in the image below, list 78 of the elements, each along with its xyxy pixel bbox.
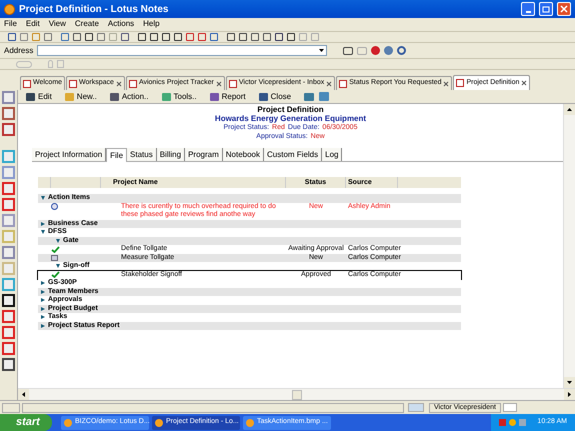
document-subtitle: Howards Energy Generation Equipment: [214, 114, 366, 123]
close-icon[interactable]: [326, 80, 332, 86]
menu-item[interactable]: Help: [143, 18, 160, 30]
expander-icon[interactable]: [41, 315, 45, 320]
document-icon: [23, 80, 31, 88]
app-icon: [64, 418, 72, 426]
scroll-left-icon[interactable]: [18, 389, 29, 400]
action-button[interactable]: Close: [258, 90, 292, 102]
content-tab[interactable]: Status: [127, 148, 157, 161]
vertical-scrollbar[interactable]: [563, 104, 575, 388]
action-button[interactable]: Action..: [110, 90, 148, 102]
action-icon: [26, 92, 35, 100]
stop-icon[interactable]: [371, 46, 380, 55]
action-icon: [64, 92, 74, 100]
action-button[interactable]: Report: [210, 90, 246, 102]
checkmark-icon: [51, 271, 60, 278]
checkmark-icon: [51, 246, 60, 253]
app-icon: [246, 418, 254, 426]
expander-icon[interactable]: [41, 324, 45, 328]
action-button[interactable]: New..: [64, 90, 97, 102]
scroll-down-icon[interactable]: [564, 377, 575, 388]
document-icon: [339, 80, 348, 88]
close-icon[interactable]: [443, 80, 450, 86]
close-icon[interactable]: [521, 80, 528, 86]
menu-item[interactable]: View: [48, 18, 66, 30]
minimize-icon: [526, 11, 530, 13]
document-icon: [128, 80, 137, 88]
scroll-thumb[interactable]: [292, 390, 302, 400]
app-icon: [4, 4, 15, 14]
action-icon: [162, 92, 170, 100]
expander-icon[interactable]: [41, 298, 45, 302]
start-button[interactable]: start: [0, 414, 52, 431]
expander-icon[interactable]: [41, 196, 45, 200]
action-icon: [110, 92, 119, 100]
expander-icon[interactable]: [56, 264, 60, 268]
close-icon: [558, 3, 570, 15]
menu-item[interactable]: Actions: [108, 18, 134, 30]
action-button[interactable]: Edit: [26, 90, 52, 102]
horizontal-scrollbar[interactable]: [18, 388, 575, 400]
document-title: Project Definition: [257, 105, 324, 114]
close-button[interactable]: [557, 2, 571, 16]
action-icon: [210, 92, 219, 100]
status-field: [2, 402, 20, 412]
expander-icon[interactable]: [41, 230, 45, 234]
close-icon[interactable]: [116, 80, 122, 86]
window-title: Project Definition - Lotus Notes: [19, 2, 168, 16]
content-tab[interactable]: Project Information: [32, 148, 106, 161]
expander-icon[interactable]: [41, 290, 45, 294]
action-icon: [258, 92, 268, 100]
expander-icon[interactable]: [41, 306, 45, 311]
expander-icon[interactable]: [41, 222, 45, 226]
address-field[interactable]: [37, 45, 328, 56]
menu-item[interactable]: File: [4, 18, 17, 30]
document-icon: [228, 80, 237, 88]
content-tab[interactable]: Program: [185, 148, 223, 161]
menu-item[interactable]: Edit: [26, 18, 40, 30]
document-icon: [69, 80, 78, 88]
close-icon[interactable]: [216, 80, 222, 86]
restore-button[interactable]: [539, 2, 553, 16]
expander-icon[interactable]: [41, 281, 45, 286]
content-tab[interactable]: Billing: [156, 148, 186, 161]
expander-icon[interactable]: [56, 238, 60, 243]
action-button[interactable]: Tools..: [162, 90, 197, 102]
document-icon: [51, 254, 58, 261]
scroll-up-icon[interactable]: [564, 104, 575, 115]
minimize-button[interactable]: [521, 2, 535, 16]
content-tab[interactable]: Custom Fields: [264, 148, 322, 161]
search-icon[interactable]: [397, 46, 406, 55]
content-tab[interactable]: Notebook: [222, 148, 264, 161]
bookmark-icon[interactable]: [2, 358, 15, 371]
content-tab[interactable]: Log: [322, 148, 342, 161]
content-tab[interactable]: File: [106, 148, 128, 162]
bookmark-icon[interactable]: [2, 294, 15, 307]
address-label: Address: [4, 44, 34, 56]
scroll-right-icon[interactable]: [564, 389, 575, 400]
document-icon: [456, 79, 464, 87]
app-icon: [155, 418, 163, 426]
menu-item[interactable]: Create: [74, 18, 99, 30]
